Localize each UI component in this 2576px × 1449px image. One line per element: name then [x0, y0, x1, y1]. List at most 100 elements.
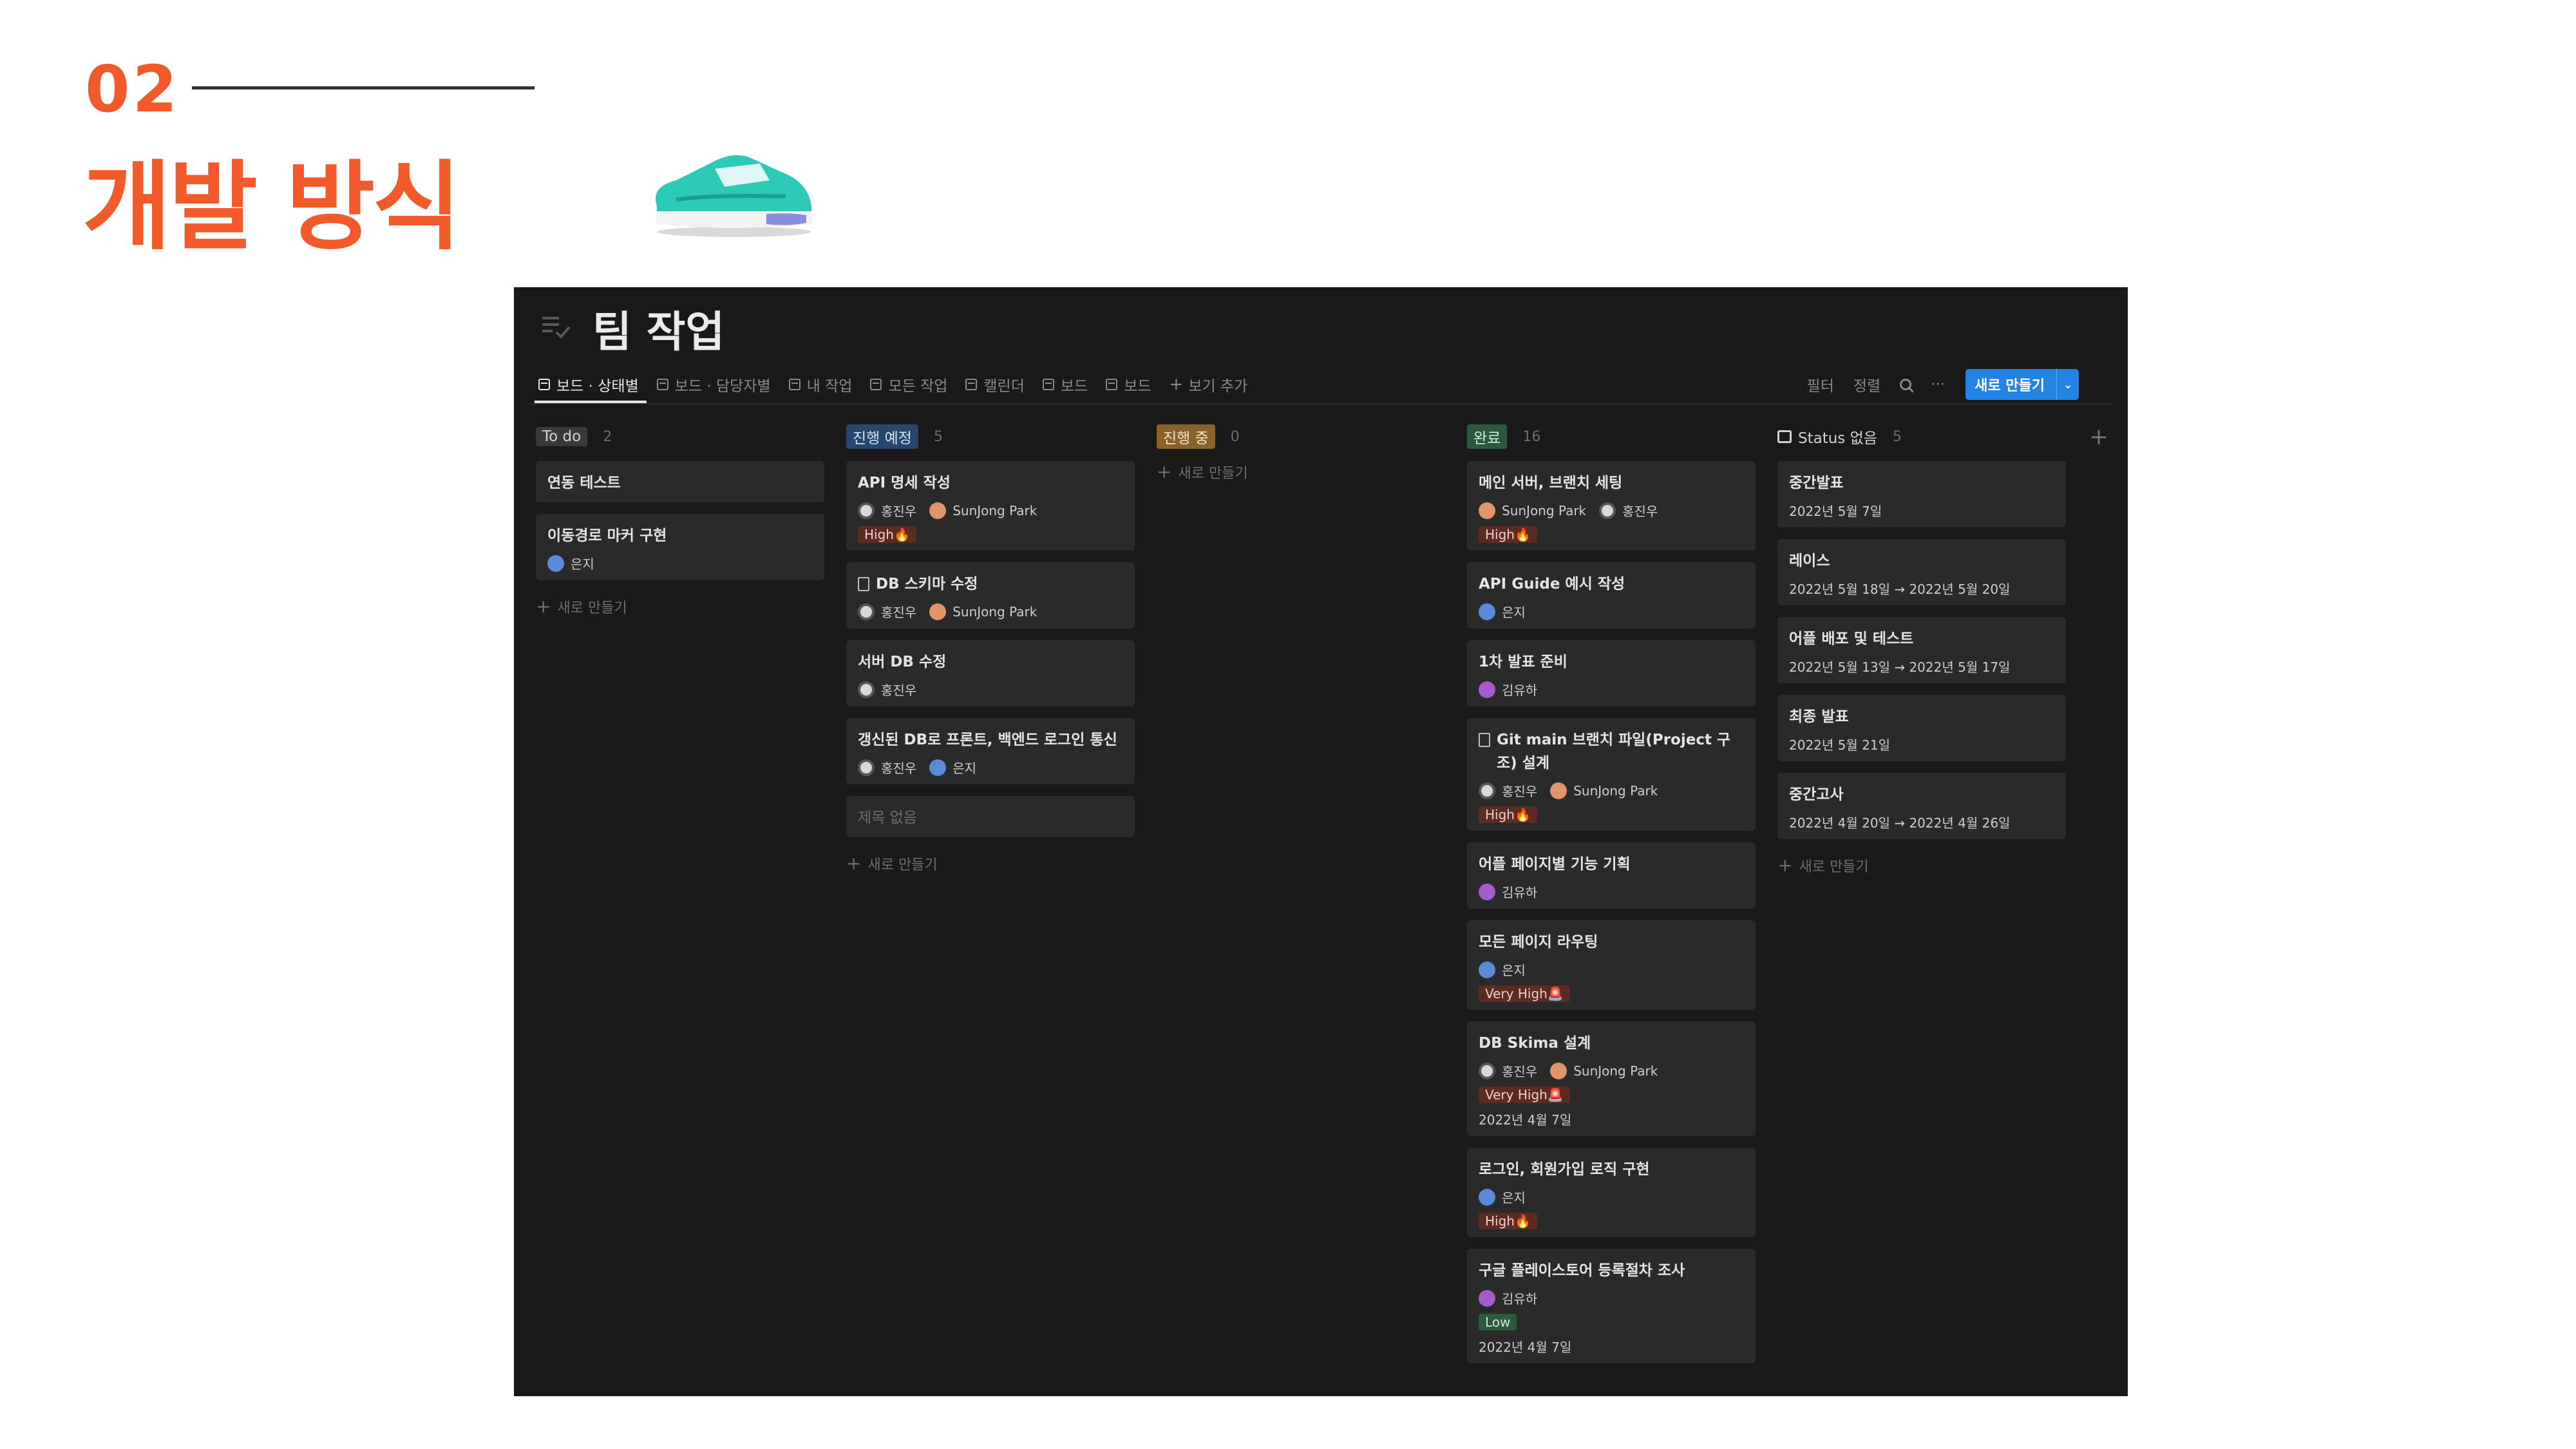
assignee-name: SunJong Park — [952, 502, 1037, 518]
tab-1[interactable]: 보드 · 상태별 — [535, 368, 647, 403]
assignee: 홍진우 — [1479, 781, 1537, 800]
avatar — [1479, 1289, 1495, 1307]
assignee-name: SunJong Park — [1573, 1063, 1658, 1079]
view-icon — [538, 379, 550, 390]
card-title-text: API 명세 작성 — [858, 475, 951, 491]
tab-7[interactable]: 보드 — [1106, 368, 1151, 401]
task-card[interactable]: 레이스 2022년 5월 18일 → 2022년 5월 20일 — [1777, 539, 2066, 605]
priority-badge: Low — [1479, 1314, 1517, 1331]
task-card[interactable]: 서버 DB 수정 홍진우 — [846, 640, 1135, 706]
search-icon[interactable] — [1900, 379, 1912, 390]
task-card[interactable]: 갱신된 DB로 프론트, 백엔드 로그인 통신 홍진우 은지 — [846, 718, 1135, 784]
tab-label: 내 작업 — [806, 378, 853, 395]
status-tag: To do — [536, 427, 588, 446]
task-card[interactable]: 제목 없음 — [846, 796, 1135, 837]
task-card[interactable]: API Guide 예시 작성 은지 — [1467, 562, 1756, 629]
task-card[interactable]: 모든 페이지 라우팅 은지 Very High🚨 — [1467, 920, 1756, 1010]
assignees: 은지 — [547, 554, 813, 573]
avatar — [1479, 1062, 1495, 1079]
tab-6[interactable]: 보드 — [1042, 368, 1088, 401]
card-title-text: 연동 테스트 — [547, 475, 621, 491]
task-card[interactable]: 메인 서버, 브랜치 세팅 SunJong Park 홍진우 High🔥 — [1467, 461, 1756, 551]
sort-button[interactable]: 정렬 — [1853, 374, 1880, 395]
tab-2[interactable]: 보드 · 담당자별 — [656, 368, 771, 401]
card-title: Git main 브랜치 파일(Project 구조) 설계 — [1479, 728, 1744, 775]
assignee-name: 김유하 — [1502, 683, 1538, 698]
assignee: 김유하 — [1479, 1289, 1537, 1307]
task-card[interactable]: 어플 배포 및 테스트 2022년 5월 13일 → 2022년 5월 17일 — [1777, 617, 2066, 683]
tab-label: 보드 · 담당자별 — [674, 378, 771, 395]
sneaker-icon — [656, 155, 813, 237]
assignee-name: SunJong Park — [1502, 502, 1587, 518]
plus-icon: + — [846, 853, 862, 874]
new-item-button[interactable]: + 새로 만들기 — [536, 596, 824, 617]
assignees: SunJong Park 홍진우 — [1479, 501, 1744, 520]
avatar — [929, 502, 947, 519]
board-column: Status 없음 5 중간발표 2022년 5월 7일레이스 2022년 5월 18일… — [1777, 424, 2066, 876]
priority-badge: High🔥 — [1479, 526, 1537, 543]
assignee: 은지 — [929, 758, 976, 777]
task-card[interactable]: 1차 발표 준비 김유하 — [1467, 640, 1756, 706]
new-item-button[interactable]: + 새로 만들기 — [1157, 461, 1445, 482]
card-title-text: 갱신된 DB로 프론트, 백엔드 로그인 통신 — [858, 732, 1117, 748]
card-title: 메인 서버, 브랜치 세팅 — [1479, 471, 1744, 495]
filter-button[interactable]: 필터 — [1807, 374, 1834, 395]
chevron-down-icon[interactable]: ⌄ — [2056, 369, 2079, 400]
new-item-button[interactable]: + 새로 만들기 — [846, 853, 1135, 874]
task-card[interactable]: 어플 페이지별 기능 기획김유하 — [1467, 842, 1756, 909]
tab-label: 보드 — [1124, 378, 1151, 395]
task-card[interactable]: 로그인, 회원가입 로직 구현 은지 High🔥 — [1467, 1148, 1756, 1237]
task-card[interactable]: 구글 플레이스토어 등록절차 조사 김유하 Low 2022년 4월 7일 — [1467, 1249, 1756, 1363]
assignees: 김유하 — [1479, 882, 1744, 901]
task-card[interactable]: 중간발표 2022년 5월 7일 — [1777, 461, 2066, 527]
new-item-label: 새로 만들기 — [557, 600, 627, 616]
more-options-button[interactable]: ··· — [1931, 376, 1945, 393]
card-title-text: DB Skima 설계 — [1479, 1035, 1591, 1052]
new-page-button[interactable]: 새로 만들기 ⌄ — [1965, 369, 2079, 400]
assignee: 홍진우 — [1479, 1061, 1537, 1080]
card-title: 갱신된 DB로 프론트, 백엔드 로그인 통신 — [858, 728, 1123, 752]
tab-4[interactable]: 모든 작업 — [870, 368, 947, 401]
card-date: 2022년 5월 21일 — [1789, 737, 1890, 753]
column-header: Status 없음 5 — [1777, 424, 2066, 450]
task-card[interactable]: 중간고사 2022년 4월 20일 → 2022년 4월 26일 — [1777, 773, 2066, 839]
avatar — [1479, 681, 1495, 698]
add-group-icon[interactable]: + — [2089, 424, 2108, 450]
task-card[interactable]: DB Skima 설계 홍진우 SunJong Park Very High🚨 2022… — [1467, 1021, 1756, 1136]
card-title: 중간발표 — [1789, 471, 2054, 495]
tab-5[interactable]: 캘린더 — [965, 368, 1025, 401]
tab-label: 캘린더 — [983, 378, 1025, 395]
column-header: 완료 16 — [1467, 424, 1756, 450]
notion-board-window: 팀 작업 보드 · 상태별 보드 · 담당자별 내 작업 모든 작업 캘린더 보드 보드 + 보… — [514, 287, 2128, 1396]
assignee: 은지 — [1479, 960, 1526, 979]
new-item-button[interactable]: + 새로 만들기 — [1777, 855, 2066, 876]
tab-3[interactable]: 내 작업 — [788, 368, 853, 401]
tab-label: 모든 작업 — [888, 378, 948, 395]
assignee: SunJong Park — [929, 502, 1037, 519]
new-item-label: 새로 만들기 — [1799, 858, 1869, 875]
tab-8[interactable]: + 보기 추가 — [1170, 368, 1248, 401]
card-title-text: Git main 브랜치 파일(Project 구조) 설계 — [1497, 732, 1731, 772]
assignee: SunJong Park — [1550, 782, 1658, 799]
card-title-text: 메인 서버, 브랜치 세팅 — [1479, 475, 1623, 491]
task-card[interactable]: API 명세 작성 홍진우 SunJong Park High🔥 — [846, 461, 1135, 551]
column-count: 0 — [1230, 428, 1240, 445]
task-card[interactable]: 이동경로 마커 구현 은지 — [536, 514, 824, 580]
card-title-text: 모든 페이지 라우팅 — [1479, 934, 1598, 951]
plus-icon: + — [1777, 855, 1793, 876]
task-card[interactable]: 최종 발표 2022년 5월 21일 — [1777, 695, 2066, 761]
assignee-name: 홍진우 — [881, 504, 917, 519]
assignee-name: 은지 — [1502, 963, 1526, 978]
avatar — [929, 603, 947, 620]
task-card[interactable]: DB 스키마 수정 홍진우 SunJong Park — [846, 562, 1135, 629]
slide-number: 02 — [85, 52, 180, 127]
card-title: 레이스 — [1789, 549, 2054, 573]
avatar — [1599, 502, 1616, 519]
task-card[interactable]: 연동 테스트 — [536, 461, 824, 502]
avatar — [1479, 1188, 1495, 1206]
task-card[interactable]: Git main 브랜치 파일(Project 구조) 설계홍진우 SunJong… — [1467, 718, 1756, 831]
card-date: 2022년 4월 7일 — [1479, 1340, 1572, 1355]
view-tabs: 보드 · 상태별 보드 · 담당자별 내 작업 모든 작업 캘린더 보드 보드 + 보기 추가 — [535, 368, 1265, 403]
card-title: 어플 페이지별 기능 기획 — [1479, 853, 1744, 876]
priority-badge: Very High🚨 — [1479, 1086, 1570, 1103]
